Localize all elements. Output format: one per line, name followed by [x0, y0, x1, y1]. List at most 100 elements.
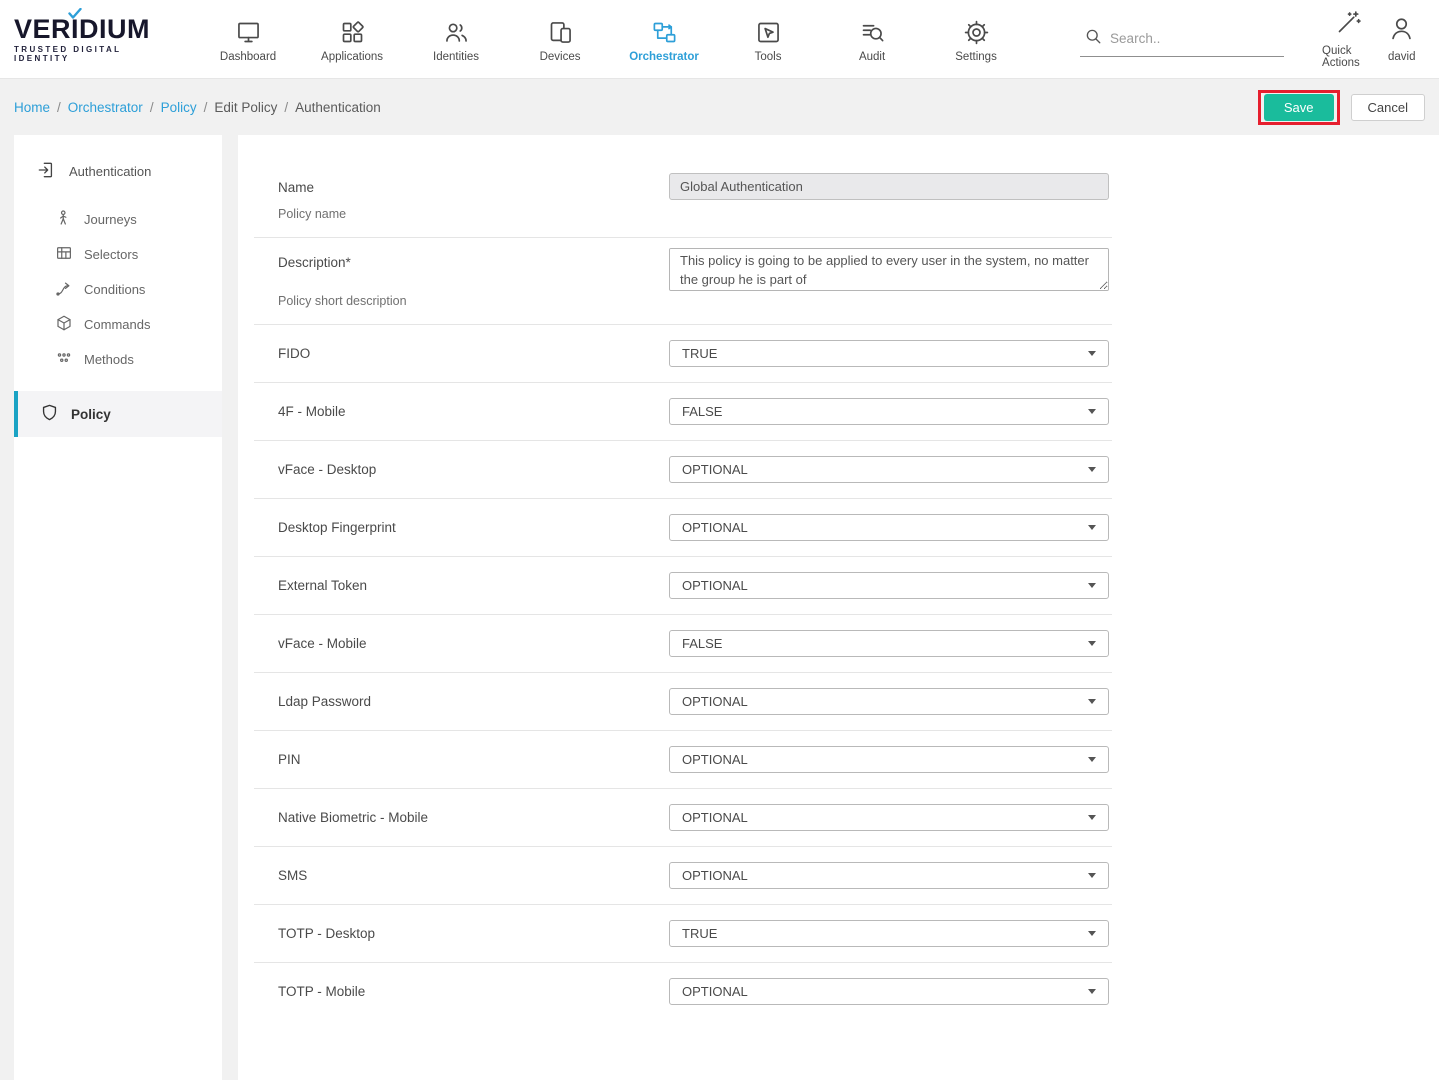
vface-mobile-select[interactable]: FALSE — [669, 630, 1109, 657]
select-value: TRUE — [682, 346, 717, 361]
sidebar-item-label: Authentication — [69, 164, 151, 179]
user-menu[interactable]: david — [1383, 15, 1421, 63]
nav-item-applications[interactable]: Applications — [300, 15, 404, 63]
select-value: OPTIONAL — [682, 752, 748, 767]
policy-name-input[interactable] — [669, 173, 1109, 200]
sidebar-item-label: Commands — [84, 317, 150, 332]
select-value: OPTIONAL — [682, 810, 748, 825]
policy-form: Name Policy name Description* Policy sho… — [238, 135, 1439, 1080]
search-input[interactable] — [1110, 31, 1280, 46]
form-row-totp-mobile: TOTP - Mobile OPTIONAL — [254, 963, 1112, 1020]
nav-item-label: Dashboard — [220, 51, 276, 63]
field-label: FIDO — [278, 346, 669, 361]
sidebar-item-label: Selectors — [84, 247, 138, 262]
sidebar: Authentication Journeys Selectors Condit… — [14, 135, 222, 1080]
chevron-down-icon — [1088, 757, 1096, 762]
sidebar-item-selectors[interactable]: Selectors — [14, 237, 222, 272]
desktop-fingerprint-select[interactable]: OPTIONAL — [669, 514, 1109, 541]
search-icon — [1084, 27, 1102, 50]
user-avatar-icon — [1388, 15, 1415, 47]
chevron-down-icon — [1088, 467, 1096, 472]
field-label: Ldap Password — [278, 694, 669, 709]
nav-item-devices[interactable]: Devices — [508, 15, 612, 63]
form-row-desktop-fingerprint: Desktop Fingerprint OPTIONAL — [254, 499, 1112, 557]
breadcrumb-separator: / — [204, 100, 208, 115]
audit-icon — [859, 19, 886, 46]
quick-actions-button[interactable]: Quick Actions — [1322, 9, 1374, 69]
nav-item-label: Applications — [321, 51, 383, 63]
field-label: Description* — [278, 255, 669, 270]
commands-icon — [55, 314, 73, 335]
nav-item-dashboard[interactable]: Dashboard — [196, 15, 300, 63]
sidebar-item-authentication[interactable]: Authentication — [14, 155, 222, 188]
field-label: vFace - Mobile — [278, 636, 669, 651]
sms-select[interactable]: OPTIONAL — [669, 862, 1109, 889]
fido-select[interactable]: TRUE — [669, 340, 1109, 367]
select-value: OPTIONAL — [682, 520, 748, 535]
field-label: 4F - Mobile — [278, 404, 669, 419]
identities-icon — [443, 19, 470, 46]
nav-item-orchestrator[interactable]: Orchestrator — [612, 15, 716, 63]
breadcrumb-orchestrator[interactable]: Orchestrator — [68, 100, 143, 115]
chevron-down-icon — [1088, 525, 1096, 530]
tools-icon — [755, 19, 782, 46]
totp-desktop-select[interactable]: TRUE — [669, 920, 1109, 947]
field-label: SMS — [278, 868, 669, 883]
sidebar-item-methods[interactable]: Methods — [14, 342, 222, 377]
cancel-button[interactable]: Cancel — [1351, 94, 1425, 121]
breadcrumb-home[interactable]: Home — [14, 100, 50, 115]
form-row-vface-desktop: vFace - Desktop OPTIONAL — [254, 441, 1112, 499]
form-row-totp-desktop: TOTP - Desktop TRUE — [254, 905, 1112, 963]
breadcrumb-separator: / — [150, 100, 154, 115]
external-token-select[interactable]: OPTIONAL — [669, 572, 1109, 599]
select-value: OPTIONAL — [682, 984, 748, 999]
veridium-logo[interactable]: VERIDIUM TRUSTED DIGITAL IDENTITY — [14, 16, 150, 63]
main-nav: Dashboard Applications Identities Device… — [196, 15, 1028, 63]
nav-item-audit[interactable]: Audit — [820, 15, 924, 63]
field-label: PIN — [278, 752, 669, 767]
form-row-external-token: External Token OPTIONAL — [254, 557, 1112, 615]
nav-item-identities[interactable]: Identities — [404, 15, 508, 63]
logo-tagline: TRUSTED DIGITAL IDENTITY — [14, 45, 150, 63]
topbar: Home / Orchestrator / Policy / Edit Poli… — [0, 79, 1439, 135]
sidebar-item-commands[interactable]: Commands — [14, 307, 222, 342]
native-biometric-mobile-select[interactable]: OPTIONAL — [669, 804, 1109, 831]
breadcrumb-authentication: Authentication — [295, 100, 381, 115]
nav-item-settings[interactable]: Settings — [924, 15, 1028, 63]
vface-desktop-select[interactable]: OPTIONAL — [669, 456, 1109, 483]
sidebar-item-conditions[interactable]: Conditions — [14, 272, 222, 307]
breadcrumb-policy[interactable]: Policy — [161, 100, 197, 115]
selectors-icon — [55, 244, 73, 265]
sidebar-subitems: Journeys Selectors Conditions Commands M… — [14, 202, 222, 377]
logo-letter-i: I — [71, 16, 79, 43]
select-value: OPTIONAL — [682, 462, 748, 477]
sidebar-item-label: Policy — [71, 407, 111, 422]
field-label: Name — [278, 180, 669, 195]
select-value: FALSE — [682, 636, 722, 651]
pin-select[interactable]: OPTIONAL — [669, 746, 1109, 773]
policy-description-textarea[interactable]: This policy is going to be applied to ev… — [669, 248, 1109, 291]
field-sublabel: Policy short description — [278, 294, 669, 308]
field-label: TOTP - Desktop — [278, 926, 669, 941]
breadcrumb-separator: / — [284, 100, 288, 115]
chevron-down-icon — [1088, 989, 1096, 994]
sidebar-item-policy[interactable]: Policy — [14, 391, 222, 437]
nav-item-label: Devices — [540, 51, 581, 63]
check-icon — [68, 8, 82, 19]
form-row-ldap-password: Ldap Password OPTIONAL — [254, 673, 1112, 731]
page: VERIDIUM TRUSTED DIGITAL IDENTITY Dashbo… — [0, 0, 1439, 1080]
sidebar-item-journeys[interactable]: Journeys — [14, 202, 222, 237]
form-row-fido: FIDO TRUE — [254, 325, 1112, 383]
save-button[interactable]: Save — [1264, 94, 1334, 121]
field-label: vFace - Desktop — [278, 462, 669, 477]
search-box — [1080, 21, 1284, 57]
sidebar-item-label: Journeys — [84, 212, 137, 227]
nav-item-tools[interactable]: Tools — [716, 15, 820, 63]
ldap-password-select[interactable]: OPTIONAL — [669, 688, 1109, 715]
field-label-group: Description* Policy short description — [278, 248, 669, 308]
breadcrumb-edit-policy: Edit Policy — [214, 100, 277, 115]
totp-mobile-select[interactable]: OPTIONAL — [669, 978, 1109, 1005]
gear-icon — [963, 19, 990, 46]
4f-mobile-select[interactable]: FALSE — [669, 398, 1109, 425]
sidebar-item-label: Methods — [84, 352, 134, 367]
